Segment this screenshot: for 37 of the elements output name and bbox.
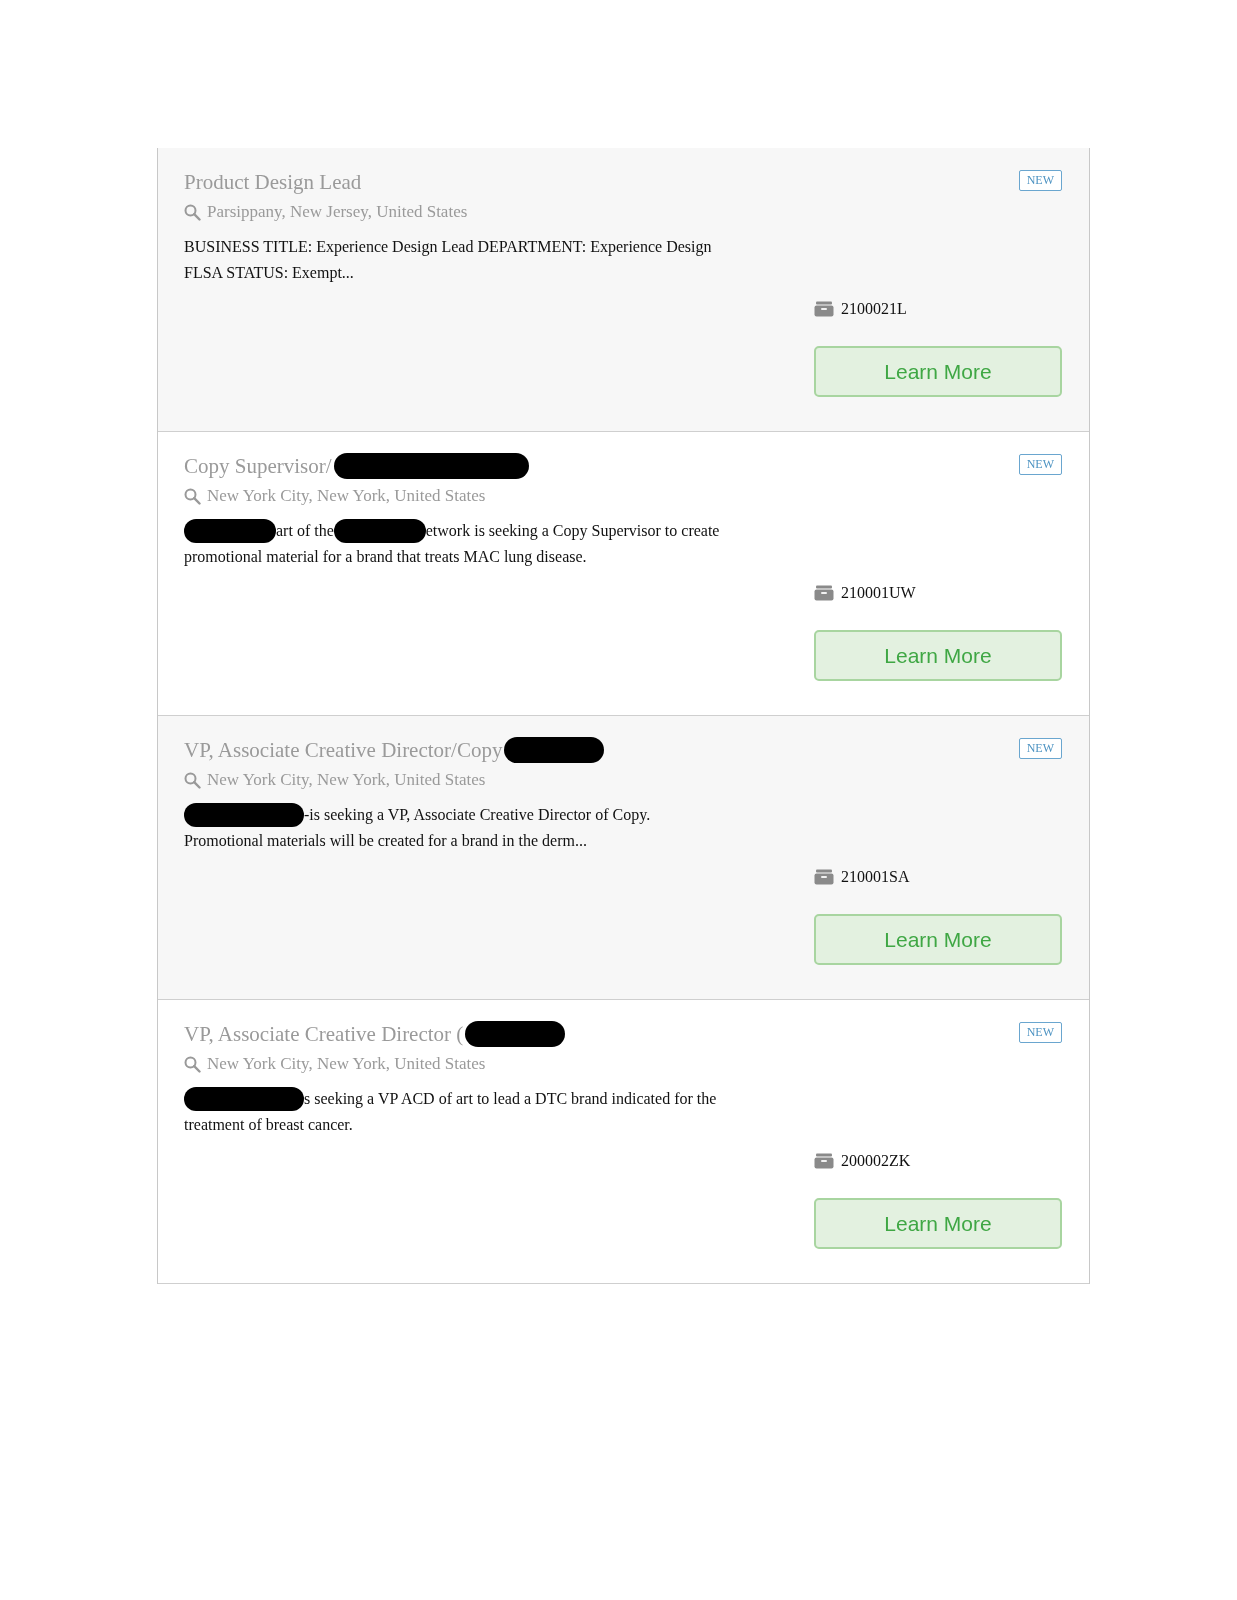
job-description: s seeking a VP ACD of art to lead a DTC brand indicated for the xyxy=(304,1089,717,1110)
job-title: Product Design Lead xyxy=(184,169,362,196)
learn-more-button[interactable]: Learn More xyxy=(814,1198,1062,1249)
tray-icon xyxy=(814,1153,834,1169)
tray-icon xyxy=(814,869,834,885)
job-description: BUSINESS TITLE: Experience Design Lead DEPARTMENT: Experience Design xyxy=(184,237,712,258)
tray-icon xyxy=(814,585,834,601)
job-description: treatment of breast cancer. xyxy=(184,1115,353,1135)
job-location: New York City, New York, United States xyxy=(207,1053,486,1075)
search-icon xyxy=(184,771,201,789)
new-badge: NEW xyxy=(1018,738,1062,759)
search-icon xyxy=(184,203,201,221)
job-location: New York City, New York, United States xyxy=(207,769,486,791)
job-title: Copy Supervisor/ xyxy=(184,453,332,480)
job-description: Promotional materials will be created for a brand in the derm... xyxy=(184,831,587,851)
new-badge: NEW xyxy=(1018,1022,1062,1043)
tray-icon xyxy=(814,301,834,317)
job-location: Parsippany, New Jersey, United States xyxy=(207,201,468,223)
job-description: FLSA STATUS: Exempt... xyxy=(184,263,354,284)
learn-more-button[interactable]: Learn More xyxy=(814,346,1062,397)
learn-more-button[interactable]: Learn More xyxy=(814,914,1062,965)
learn-more-button[interactable]: Learn More xyxy=(814,630,1062,681)
job-description: -is seeking a VP, Associate Creative Director of Copy. xyxy=(304,805,651,826)
job-description: art of the xyxy=(276,521,334,541)
job-id: 2100021L xyxy=(841,300,907,318)
job-location: New York City, New York, United States xyxy=(207,485,486,507)
job-description: etwork is seeking a Copy Supervisor to create xyxy=(425,521,720,542)
job-title: VP, Associate Creative Director/Copy xyxy=(184,737,503,764)
job-description: promotional material for a brand that treats MAC lung disease. xyxy=(184,547,587,568)
new-badge: NEW xyxy=(1018,170,1062,191)
job-title: VP, Associate Creative Director ( xyxy=(184,1021,464,1048)
job-id: 210001SA xyxy=(841,868,910,886)
search-icon xyxy=(184,1055,201,1073)
job-id: 200002ZK xyxy=(841,1152,911,1170)
search-icon xyxy=(184,487,201,505)
job-id: 210001UW xyxy=(841,584,916,602)
new-badge: NEW xyxy=(1018,454,1062,475)
